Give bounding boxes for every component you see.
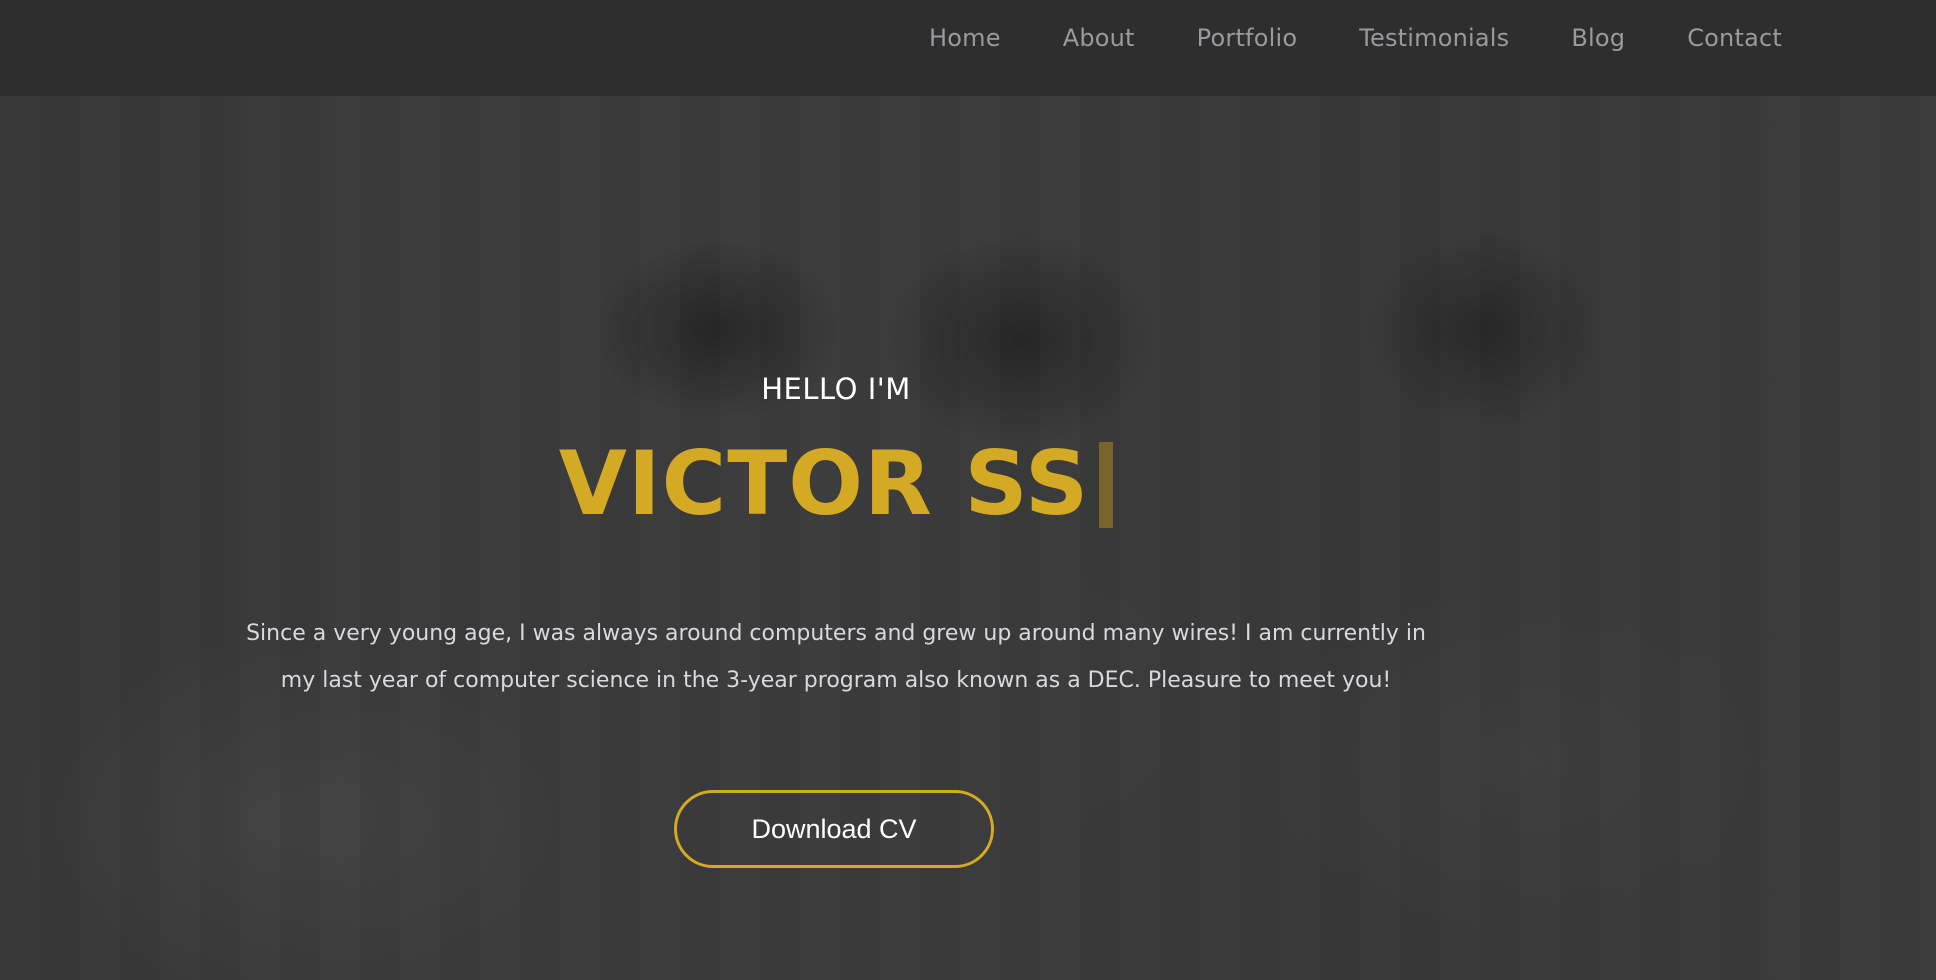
nav-link-blog[interactable]: Blog	[1571, 24, 1625, 52]
nav-link-testimonials[interactable]: Testimonials	[1359, 24, 1509, 52]
nav-link-contact[interactable]: Contact	[1687, 24, 1782, 52]
top-navbar: Home About Portfolio Testimonials Blog C…	[0, 0, 1936, 96]
nav-link-portfolio[interactable]: Portfolio	[1197, 24, 1298, 52]
typing-cursor	[1099, 442, 1114, 528]
hero-greeting: HELLO I'M	[761, 372, 911, 406]
nav-link-home[interactable]: Home	[929, 24, 1001, 52]
page: Home About Portfolio Testimonials Blog C…	[0, 0, 1936, 980]
hero-name-row: VICTOR SS	[0, 434, 1672, 534]
nav-links: Home About Portfolio Testimonials Blog C…	[929, 18, 1782, 58]
hero-name: VICTOR SS	[558, 432, 1090, 535]
download-cv-button[interactable]: Download CV	[674, 790, 994, 868]
hero-section: HELLO I'M VICTOR SS Since a very young a…	[0, 96, 1672, 980]
hero-bio: Since a very young age, I was always aro…	[246, 621, 1426, 693]
nav-link-about[interactable]: About	[1063, 24, 1135, 52]
